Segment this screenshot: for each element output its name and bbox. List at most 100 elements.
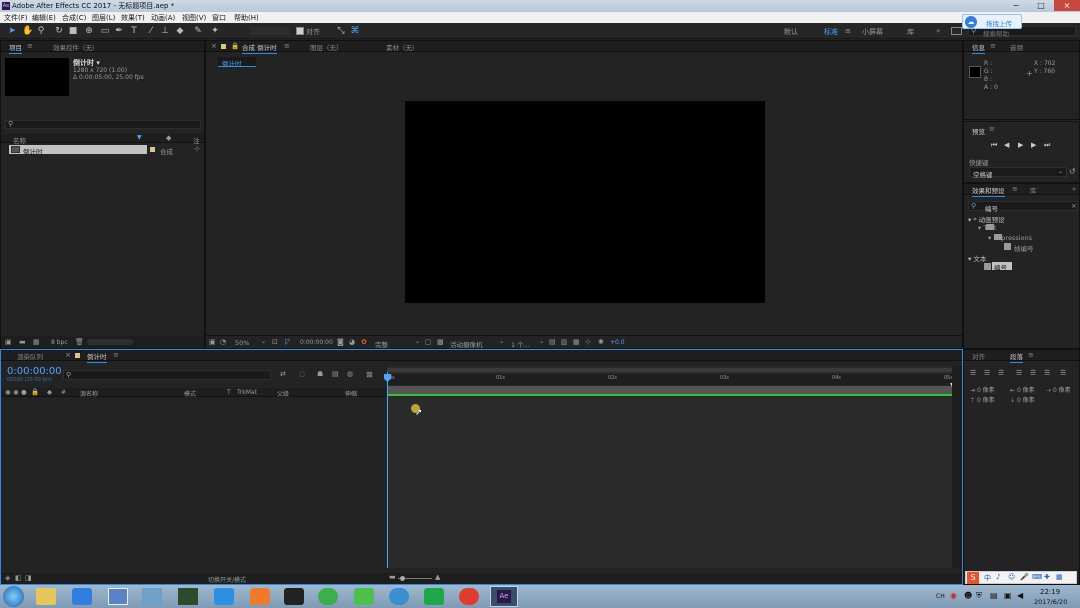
exposure-value[interactable]: +0.0 — [610, 339, 625, 346]
ime-emoji-icon[interactable]: ☺ — [1008, 573, 1015, 581]
column-mode[interactable]: 模式 — [184, 389, 196, 398]
indent-right-field[interactable]: ⇤ 0 像素 — [1010, 385, 1035, 394]
tab-libraries[interactable]: 库 — [1030, 185, 1037, 195]
panel-menu-icon[interactable]: ≡ — [27, 42, 33, 50]
column-t[interactable]: T — [227, 389, 231, 396]
color-channel-icon[interactable]: ✿ — [361, 338, 367, 346]
workspace-default[interactable]: 默认 — [784, 27, 798, 37]
column-trkmat[interactable]: TrkMat — [237, 389, 257, 396]
eraser-tool-icon[interactable]: ◆ — [175, 26, 185, 36]
workspace-panel-icon[interactable] — [951, 27, 962, 35]
menu-window[interactable]: 窗口 — [212, 13, 226, 23]
transparency-grid-icon[interactable]: ▩ — [437, 338, 444, 346]
new-folder-icon[interactable]: ▬ — [19, 338, 26, 346]
label-column-icon[interactable]: ◆ — [47, 388, 52, 396]
pen-tool-icon[interactable]: ✒ — [114, 26, 124, 36]
draft-3d-icon[interactable]: ◌ — [299, 370, 305, 378]
windows-start-button[interactable] — [3, 586, 24, 607]
thumbnail-size-slider[interactable] — [87, 339, 133, 345]
project-item-row[interactable]: 倒计时 — [9, 145, 147, 156]
menu-edit[interactable]: 编辑(E) — [32, 13, 56, 23]
workspace-menu-icon[interactable]: ≡ — [845, 27, 851, 35]
layer-switches-icon[interactable]: ◈ — [5, 574, 10, 582]
audio-switch-icon[interactable]: ◉ — [13, 388, 19, 396]
views-dropdown[interactable]: 1 个... — [511, 339, 530, 349]
ime-chinese-mode[interactable]: 中 — [984, 573, 991, 583]
justify-last-left-icon[interactable]: ☰ — [1016, 369, 1022, 377]
comp-breadcrumb[interactable]: 倒计时 — [218, 57, 256, 68]
tab-effects-presets[interactable]: 效果和预设 — [972, 185, 1005, 197]
play-icon[interactable]: ▶ — [1018, 141, 1023, 149]
fast-preview-icon[interactable]: ▥ — [561, 338, 568, 346]
always-preview-icon[interactable]: ▣ — [209, 338, 216, 346]
menu-help[interactable]: 帮助(H) — [234, 13, 259, 23]
minimize-button[interactable]: − — [1004, 0, 1028, 11]
taskbar-after-effects-active[interactable]: Ae — [490, 586, 518, 607]
timeline-icon[interactable]: ▦ — [573, 338, 580, 346]
composition-canvas[interactable] — [405, 101, 765, 303]
taskbar-baidu-netdisk-icon[interactable] — [72, 588, 92, 605]
work-area-bar[interactable] — [387, 368, 952, 372]
menu-layer[interactable]: 图层(L) — [92, 13, 115, 23]
previous-frame-icon[interactable]: ◀ — [1004, 141, 1009, 149]
selection-tool-icon[interactable]: ➤ — [7, 26, 17, 36]
camera-tool-icon[interactable]: ■ — [68, 26, 78, 36]
tab-info[interactable]: 信息 — [972, 42, 985, 54]
taskbar-disc-icon[interactable] — [389, 588, 409, 605]
lock-icon[interactable]: 🔒 — [31, 388, 39, 396]
new-composition-icon[interactable]: ▦ — [33, 338, 40, 346]
taskbar-cube-icon[interactable] — [178, 588, 198, 605]
tab-composition[interactable]: 合成 倒计时 — [242, 42, 277, 54]
mask-visibility-icon[interactable]: ◸ — [285, 338, 290, 346]
fit-icon[interactable]: ⊡ — [272, 338, 278, 346]
type-tool-icon[interactable]: T — [129, 26, 139, 36]
show-snapshot-icon[interactable]: ◕ — [349, 338, 355, 346]
time-zoom-slider-handle[interactable] — [400, 576, 405, 581]
justify-last-center-icon[interactable]: ☰ — [1030, 369, 1036, 377]
region-of-interest-icon[interactable]: ▢ — [425, 338, 432, 346]
reset-icon[interactable]: ↺ — [1069, 167, 1076, 176]
camera-dropdown[interactable]: 活动摄像机 — [450, 339, 483, 349]
tree-text-category[interactable]: ▾ 文本 — [968, 253, 986, 263]
ime-tools-icon[interactable]: ▦ — [1056, 573, 1063, 581]
bit-depth-button[interactable]: 8 bpc — [51, 339, 68, 346]
column-source-name[interactable]: 源名称 — [80, 389, 98, 398]
panel-menu-icon[interactable]: ≡ — [284, 42, 290, 50]
video-switch-icon[interactable]: ◉ — [5, 388, 11, 396]
column-parent[interactable]: 父级 — [277, 389, 289, 398]
tab-align[interactable]: 对齐 — [972, 351, 985, 361]
taskbar-360-icon[interactable] — [318, 588, 338, 605]
justify-all-icon[interactable]: ☰ — [1060, 369, 1066, 377]
workspace-small-screen[interactable]: 小屏幕 — [862, 27, 883, 37]
graph-editor-icon[interactable]: ⊠ — [366, 370, 373, 379]
column-stretch[interactable]: 伸缩 — [345, 389, 357, 398]
lock-icon[interactable]: 🔒 — [231, 42, 239, 50]
taskbar-box-icon[interactable] — [142, 588, 162, 605]
magnification-dropdown[interactable]: 50% — [235, 339, 249, 347]
ime-punctuation-icon[interactable]: ♪ — [996, 573, 1000, 581]
timeline-graph-area[interactable] — [387, 366, 952, 568]
zoom-tool-icon[interactable]: ⚲ — [36, 26, 46, 36]
time-ruler[interactable]: 0s 01s 02s 03s 04s 05s — [387, 374, 953, 385]
workspace-overflow-icon[interactable]: » — [936, 27, 940, 35]
align-right-icon[interactable]: ☰ — [998, 369, 1004, 377]
panel-menu-icon[interactable]: ≡ — [113, 351, 119, 359]
shortcut-dropdown[interactable]: 空格键 ⌄ — [969, 167, 1067, 179]
tray-shield-icon[interactable]: ⛨ — [976, 591, 982, 601]
panel-overflow-icon[interactable]: » — [1072, 185, 1076, 193]
tab-paragraph[interactable]: 段落 — [1010, 351, 1023, 363]
brush-tool-icon[interactable]: ⁄ — [146, 26, 156, 36]
panel-menu-icon[interactable]: ≡ — [989, 125, 995, 133]
menu-view[interactable]: 视图(V) — [182, 13, 206, 23]
flowchart-icon[interactable]: ⊹ — [585, 338, 591, 346]
workspace-standard[interactable]: 标准 — [824, 27, 838, 37]
tree-numbers-effect[interactable]: 编号 — [992, 262, 1012, 272]
puppet-tool-icon[interactable]: ✦ — [210, 26, 220, 36]
ime-toolbar[interactable]: S 中 ♪ ☺ 🎤 ⌨ ✚ ▦ — [965, 571, 1077, 584]
next-frame-icon[interactable]: ▶ — [1031, 141, 1036, 149]
snap-icon[interactable]: ⤡ — [336, 26, 346, 36]
clock-date[interactable]: 2017/6/20 — [1034, 598, 1067, 606]
viewer-timecode[interactable]: 0:00:00:00 — [300, 339, 333, 346]
panel-menu-icon[interactable]: ≡ — [1012, 185, 1018, 193]
tab-render-queue[interactable]: 渲染队列 — [17, 351, 43, 361]
